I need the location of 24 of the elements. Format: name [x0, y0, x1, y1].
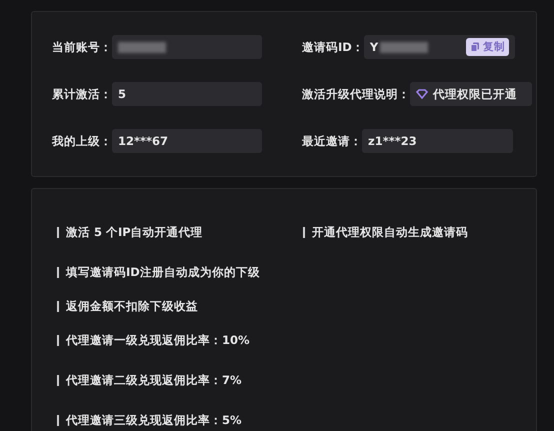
note-text: 代理邀请二级兑现返佣比率：7%	[66, 373, 242, 388]
input-field[interactable]: 5	[112, 82, 262, 106]
note-text: 代理邀请三级兑现返佣比率：5%	[66, 413, 242, 428]
diamond-icon	[416, 89, 428, 99]
redaction-blur	[380, 42, 428, 52]
input-field[interactable]: z1***23	[362, 129, 513, 153]
input-field[interactable]	[112, 35, 262, 59]
note-text: 代理邀请一级兑现返佣比率：10%	[66, 333, 250, 348]
copy-icon	[470, 42, 480, 52]
field-label: 我的上级：	[52, 134, 112, 148]
field-label: 当前账号：	[52, 40, 112, 54]
field-label: 累计激活：	[52, 86, 112, 102]
note-text: 填写邀请码ID注册自动成为你的下级	[66, 265, 260, 280]
input-field[interactable]: 12***67	[112, 129, 262, 153]
field-label: 邀请码ID：	[302, 40, 364, 54]
field-value: Y	[370, 40, 378, 54]
note-text: 返佣金额不扣除下级收益	[66, 299, 198, 314]
status-badge: 代理权限已开通	[410, 82, 532, 106]
note-text: 激活 5 个IP自动开通代理	[66, 225, 203, 240]
redaction-blur	[118, 42, 166, 52]
field-label: 最近邀请：	[302, 134, 362, 148]
input-field[interactable]: Y 复制	[364, 35, 515, 59]
note-text: 开通代理权限自动生成邀请码	[312, 225, 468, 240]
field-label: 激活升级代理说明：	[302, 86, 410, 102]
